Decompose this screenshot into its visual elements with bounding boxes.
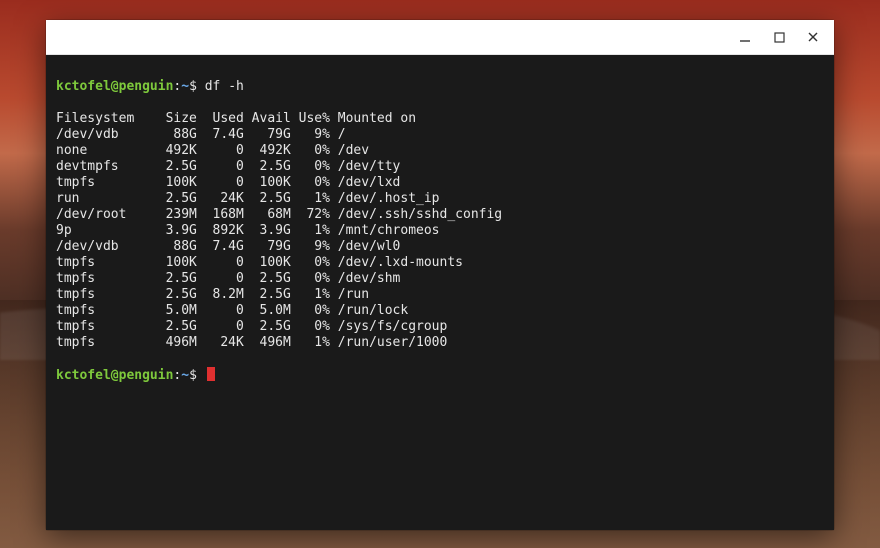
terminal-body[interactable]: kctofel@penguin:~$ df -h Filesystem Size… [46, 55, 834, 530]
prompt-symbol: $ [189, 79, 197, 94]
df-row: tmpfs 2.5G 0 2.5G 0% /dev/shm [56, 271, 400, 286]
minimize-button[interactable] [730, 25, 760, 49]
close-icon [807, 31, 819, 43]
df-row: /dev/root 239M 168M 68M 72% /dev/.ssh/ss… [56, 207, 502, 222]
maximize-button[interactable] [764, 25, 794, 49]
desktop-wallpaper: kctofel@penguin:~$ df -h Filesystem Size… [0, 0, 880, 548]
df-row: tmpfs 100K 0 100K 0% /dev/.lxd-mounts [56, 255, 463, 270]
terminal-window: kctofel@penguin:~$ df -h Filesystem Size… [46, 20, 834, 530]
command-text: df -h [205, 79, 244, 94]
df-rows: /dev/vdb 88G 7.4G 79G 9% / none 492K 0 4… [56, 127, 502, 350]
minimize-icon [739, 31, 751, 43]
df-row: tmpfs 5.0M 0 5.0M 0% /run/lock [56, 303, 408, 318]
df-row: tmpfs 2.5G 8.2M 2.5G 1% /run [56, 287, 369, 302]
close-button[interactable] [798, 25, 828, 49]
df-header: Filesystem Size Used Avail Use% Mounted … [56, 111, 416, 126]
df-row: devtmpfs 2.5G 0 2.5G 0% /dev/tty [56, 159, 400, 174]
prompt-path: ~ [181, 79, 189, 94]
df-row: tmpfs 2.5G 0 2.5G 0% /sys/fs/cgroup [56, 319, 447, 334]
prompt-path: ~ [181, 368, 189, 383]
df-row: run 2.5G 24K 2.5G 1% /dev/.host_ip [56, 191, 440, 206]
terminal-cursor [207, 367, 215, 381]
prompt-line-idle: kctofel@penguin:~$ [56, 367, 824, 384]
maximize-icon [774, 32, 785, 43]
df-row: 9p 3.9G 892K 3.9G 1% /mnt/chromeos [56, 223, 440, 238]
prompt-symbol: $ [189, 368, 197, 383]
df-row: none 492K 0 492K 0% /dev [56, 143, 369, 158]
df-row: /dev/vdb 88G 7.4G 79G 9% /dev/wl0 [56, 239, 400, 254]
df-row: tmpfs 496M 24K 496M 1% /run/user/1000 [56, 335, 447, 350]
window-titlebar[interactable] [46, 20, 834, 55]
df-row: /dev/vdb 88G 7.4G 79G 9% / [56, 127, 346, 142]
prompt-line: kctofel@penguin:~$ df -h [56, 79, 824, 95]
prompt-user-host: kctofel@penguin [56, 79, 173, 94]
df-row: tmpfs 100K 0 100K 0% /dev/lxd [56, 175, 400, 190]
prompt-user-host: kctofel@penguin [56, 368, 173, 383]
